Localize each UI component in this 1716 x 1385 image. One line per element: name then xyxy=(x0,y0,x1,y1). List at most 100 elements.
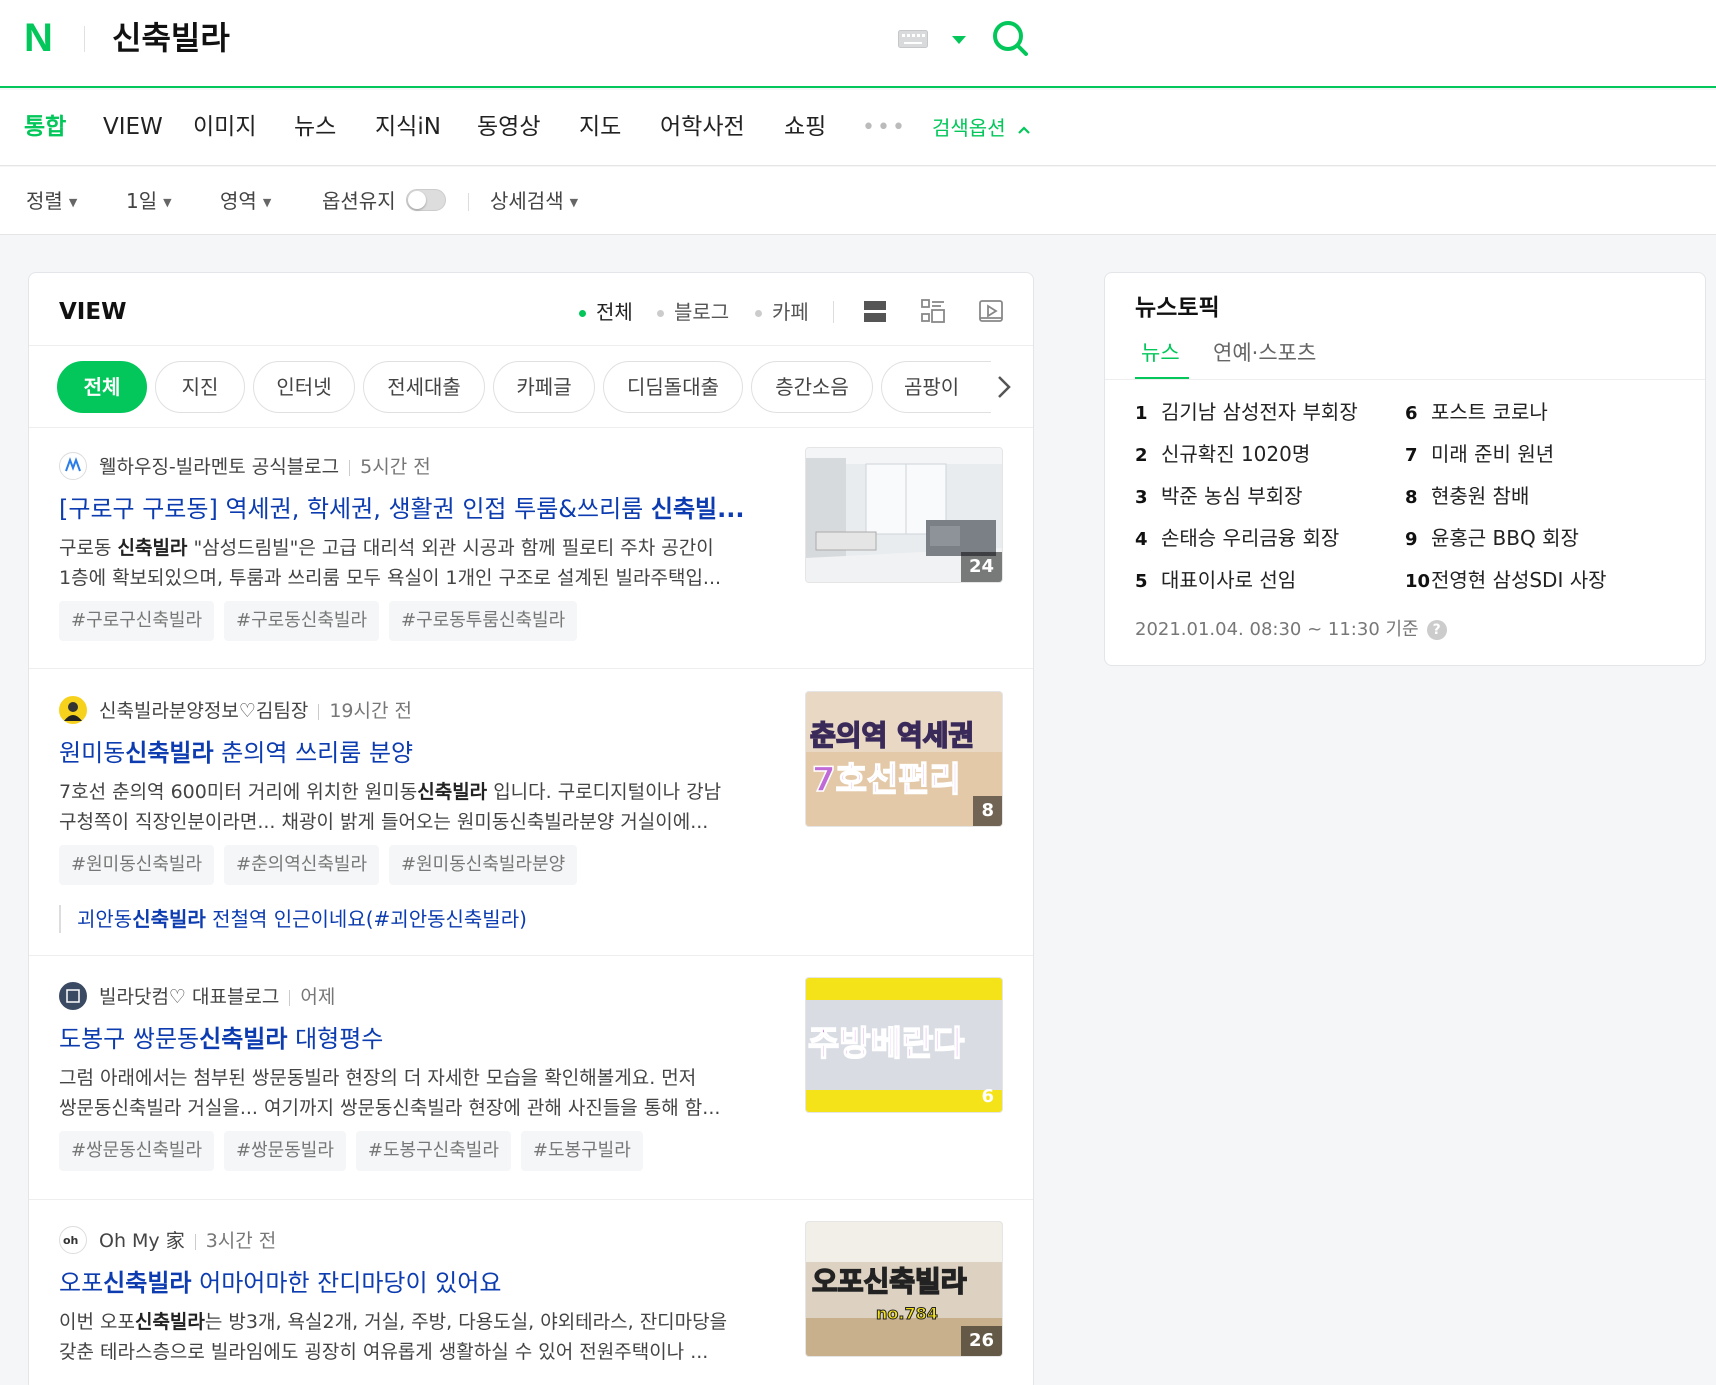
topic-text: 박준 농심 부회장 xyxy=(1161,484,1303,508)
hashtag[interactable]: #구로동투룸신축빌라 xyxy=(389,601,578,641)
post-thumbnail[interactable]: 주방베란다 6 xyxy=(805,977,1003,1113)
blog-name[interactable]: 웰하우징-빌라멘토 공식블로그 xyxy=(99,456,339,478)
post-source: 빌라닷컴♡ 대표블로그 어제 xyxy=(59,981,335,1011)
blog-name[interactable]: 신축빌라분양정보♡김팀장 xyxy=(99,700,308,722)
tab-dictionary[interactable]: 어학사전 xyxy=(660,110,745,144)
autocomplete-toggle-icon[interactable] xyxy=(950,34,968,46)
chip-earthquake[interactable]: 지진 xyxy=(155,361,245,413)
desc-text: 이번 오포 xyxy=(59,1311,135,1333)
news-topic-item[interactable]: 6 포스트 코로나 xyxy=(1405,397,1548,429)
blog-avatar[interactable] xyxy=(59,695,87,724)
blog-name[interactable]: Oh My 家 xyxy=(99,1230,185,1252)
search-options-button[interactable]: 검색옵션 xyxy=(932,112,1032,144)
keyboard-icon[interactable] xyxy=(898,30,928,48)
news-topic-item[interactable]: 3 박준 농심 부회장 xyxy=(1135,481,1303,513)
blog-avatar[interactable] xyxy=(59,981,87,1010)
view-filter-blog[interactable]: 블로그 xyxy=(657,297,729,327)
sort-label: 정렬 xyxy=(26,189,63,213)
sort-dropdown[interactable]: 정렬 ▼ xyxy=(26,185,77,219)
hashtag[interactable]: #쌍문동빌라 xyxy=(224,1131,346,1171)
related-post-link[interactable]: 괴안동신축빌라 전철역 인근이네요(#괴안동신축빌라) xyxy=(59,905,527,933)
hashtag[interactable]: #쌍문동신축빌라 xyxy=(59,1131,215,1171)
post-title-link[interactable]: 오포신축빌라 어마어마한 잔디마당이 있어요 xyxy=(59,1265,769,1301)
post-time: 19시간 전 xyxy=(329,700,412,722)
person-icon xyxy=(64,701,82,721)
naver-logo[interactable]: N xyxy=(24,18,58,58)
post-thumbnail[interactable]: 24 xyxy=(805,447,1003,583)
video-view-icon[interactable] xyxy=(977,297,1005,325)
tab-image[interactable]: 이미지 xyxy=(193,110,256,144)
link-text: 괴안동 xyxy=(77,907,133,931)
filter-label: 블로그 xyxy=(674,300,730,324)
help-icon[interactable]: ? xyxy=(1426,620,1447,640)
news-tab-entertainment-sports[interactable]: 연예·스포츠 xyxy=(1213,337,1316,369)
search-icon[interactable] xyxy=(990,18,1030,58)
hashtag[interactable]: #원미동신축빌라 xyxy=(59,845,215,885)
search-options-label: 검색옵션 xyxy=(932,116,1006,140)
tab-shopping[interactable]: 쇼핑 xyxy=(784,110,826,144)
blog-name[interactable]: 빌라닷컴♡ 대표블로그 xyxy=(99,986,279,1008)
desc-text: 구로동 xyxy=(59,537,118,559)
news-tab-news[interactable]: 뉴스 xyxy=(1141,337,1180,369)
chip-mold[interactable]: 곰팡이 xyxy=(881,361,991,413)
hashtag[interactable]: #구로구신축빌라 xyxy=(59,601,215,641)
view-filter-all[interactable]: 전체 xyxy=(579,297,633,327)
source-divider xyxy=(349,459,351,476)
chip-cafe-post[interactable]: 카페글 xyxy=(493,361,595,413)
hashtag[interactable]: #구로동신축빌라 xyxy=(224,601,380,641)
chip-all[interactable]: 전체 xyxy=(57,361,147,413)
search-query-input[interactable]: 신축빌라 xyxy=(112,18,230,58)
period-dropdown[interactable]: 1일 ▼ xyxy=(126,185,172,219)
blog-avatar[interactable] xyxy=(59,451,87,480)
hashtag[interactable]: #춘의역신축빌라 xyxy=(224,845,380,885)
desc-text: 7호선 춘의역 600미터 거리에 위치한 원미동 xyxy=(59,781,418,803)
title-highlight: 신축빌라 xyxy=(199,1025,288,1053)
detail-search-dropdown[interactable]: 상세검색 ▼ xyxy=(490,185,578,219)
tab-video[interactable]: 동영상 xyxy=(477,110,540,144)
post-thumbnail[interactable]: 춘의역 역세권 7호선편리 8 xyxy=(805,691,1003,827)
thumbnail-list-icon[interactable] xyxy=(919,297,947,325)
news-topic-item[interactable]: 4 손태승 우리금융 회장 xyxy=(1135,523,1339,555)
tab-integrated[interactable]: 통합 xyxy=(24,110,66,144)
tab-map[interactable]: 지도 xyxy=(579,110,621,144)
list-view-icon[interactable] xyxy=(861,297,889,325)
news-topic-item[interactable]: 2 신규확진 1020명 xyxy=(1135,439,1310,471)
blog-avatar[interactable]: oh xyxy=(59,1225,87,1254)
news-timestamp: 2021.01.04. 08:30 ~ 11:30 기준? xyxy=(1135,615,1447,645)
news-topic-item[interactable]: 7 미래 준비 원년 xyxy=(1405,439,1554,471)
news-topic-item[interactable]: 5 대표이사로 선임 xyxy=(1135,565,1296,597)
chip-floor-noise[interactable]: 층간소음 xyxy=(751,361,873,413)
news-topic-item[interactable]: 8 현충원 참배 xyxy=(1405,481,1529,513)
news-topic-item[interactable]: 9 윤홍근 BBQ 회장 xyxy=(1405,523,1579,555)
chip-jeonse-loan[interactable]: 전세대출 xyxy=(363,361,485,413)
view-filter-cafe[interactable]: 카페 xyxy=(755,297,809,327)
hashtag[interactable]: #도봉구신축빌라 xyxy=(355,1131,511,1171)
caret-down-icon: ▼ xyxy=(569,195,579,209)
keep-options-toggle[interactable] xyxy=(406,189,446,211)
post-source: 신축빌라분양정보♡김팀장 19시간 전 xyxy=(59,695,412,725)
desc-text: 쌍문동신축빌라 거실을... 여기까지 쌍문동신축빌라 현장에 관해 사진들을 … xyxy=(59,1097,721,1119)
tab-news[interactable]: 뉴스 xyxy=(294,110,336,144)
tab-kin[interactable]: 지식iN xyxy=(375,110,441,144)
chip-internet[interactable]: 인터넷 xyxy=(253,361,355,413)
area-dropdown[interactable]: 영역 ▼ xyxy=(220,185,271,219)
chip-didimdol-loan[interactable]: 디딤돌대출 xyxy=(603,361,743,413)
desc-text: 입니다. 구로디지털이나 강남 xyxy=(487,781,722,803)
hashtag[interactable]: #원미동신축빌라분양 xyxy=(389,845,578,885)
topic-rank: 10 xyxy=(1405,571,1431,592)
post-title-link[interactable]: 원미동신축빌라 춘의역 쓰리룸 분양 xyxy=(59,735,769,771)
news-topic-item[interactable]: 1 김기남 삼성전자 부회장 xyxy=(1135,397,1358,429)
blog-logo-icon xyxy=(66,988,80,1003)
post-time: 5시간 전 xyxy=(360,456,431,478)
topic-text: 미래 준비 원년 xyxy=(1431,442,1555,466)
post-title-link[interactable]: 도봉구 쌍문동신축빌라 대형평수 xyxy=(59,1021,769,1057)
tab-view[interactable]: VIEW xyxy=(103,110,163,144)
post-thumbnail[interactable]: 오포신축빌라 no.784 26 xyxy=(805,1221,1003,1357)
topic-rank: 1 xyxy=(1135,403,1148,424)
chevron-right-icon[interactable] xyxy=(989,369,1019,405)
divider xyxy=(29,345,1033,346)
more-tabs-button[interactable]: ••• xyxy=(862,117,907,139)
news-topic-item[interactable]: 10전영현 삼성SDI 사장 xyxy=(1405,565,1607,597)
post-title-link[interactable]: [구로구 구로동] 역세권, 학세권, 생활권 인접 투룸&쓰리룸 신축빌... xyxy=(59,491,769,527)
hashtag[interactable]: #도봉구빌라 xyxy=(520,1131,643,1171)
